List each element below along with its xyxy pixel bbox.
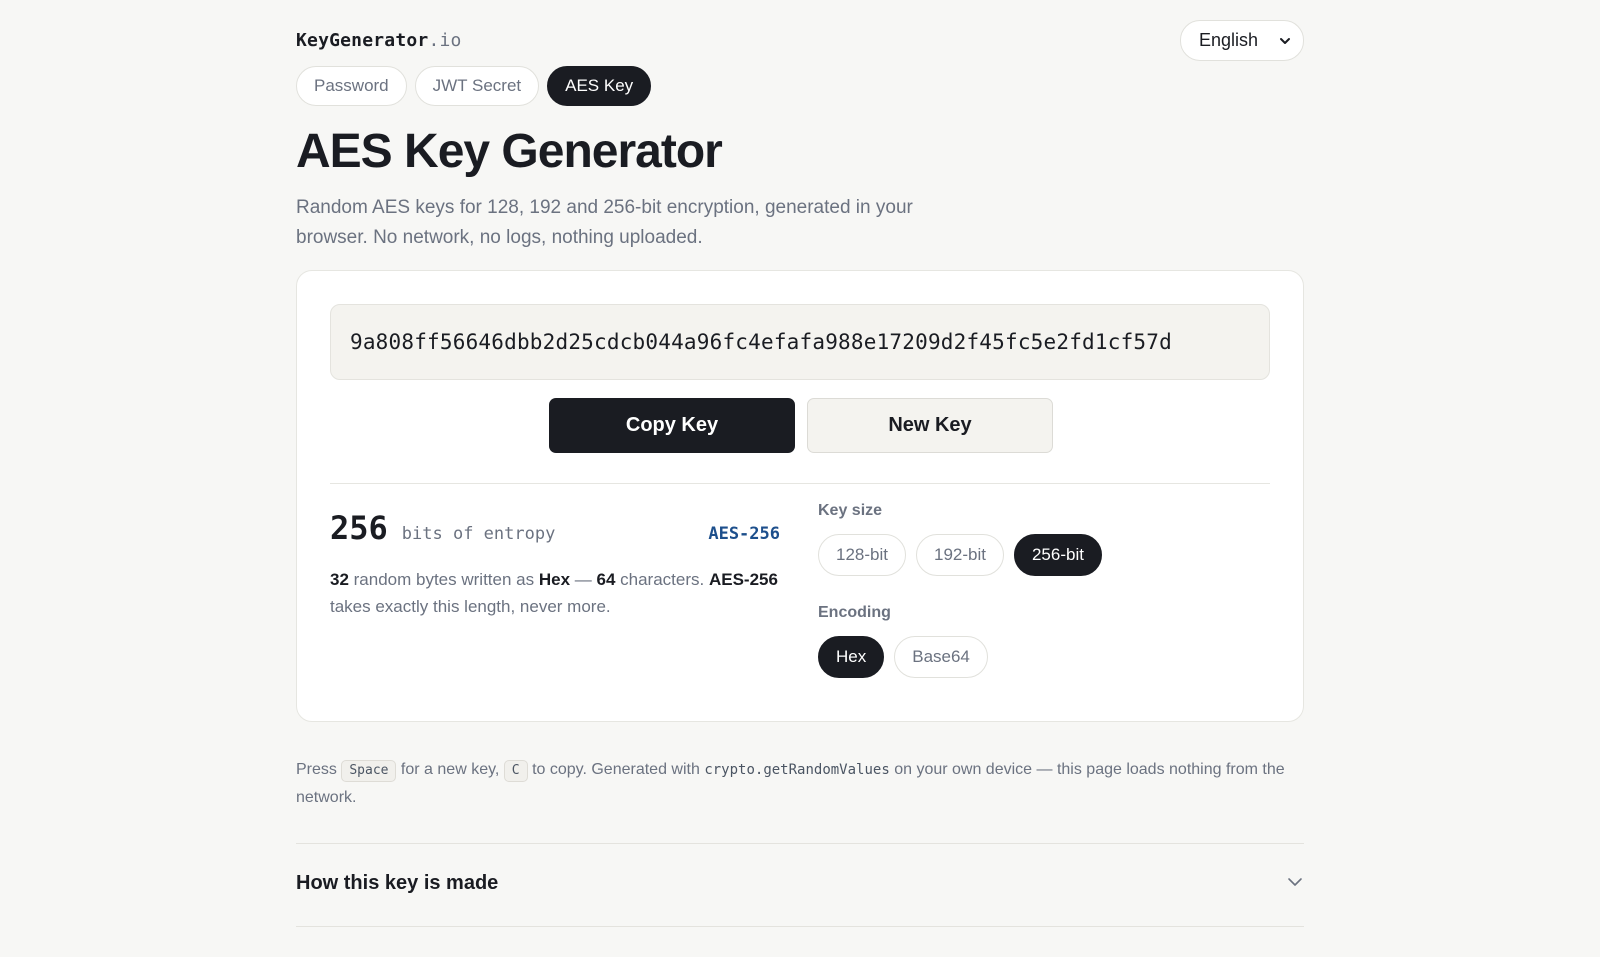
logo-tld: .io [428,30,462,51]
key-size-256-option[interactable]: 256-bit [1013,534,1102,576]
new-key-button[interactable]: New Key [807,398,1053,453]
encoding-base64-option[interactable]: Base64 [894,636,988,678]
tab-aes-key[interactable]: AES Key [547,66,652,106]
entropy-bits: 256 [330,509,388,547]
logo-name: KeyGenerator [296,30,429,51]
key-description: 32 random bytes written as Hex — 64 char… [330,566,780,620]
desc-text: takes exactly this length, never more. [330,597,611,616]
faq-divider [296,926,1304,927]
hint-text: Press [296,761,342,778]
page-title: AES Key Generator [296,125,723,178]
desc-text: random bytes written as [348,570,539,589]
desc-bytes: 32 [330,570,349,589]
desc-algo: AES-256 [708,570,778,589]
key-size-options: 128-bit 192-bit 256-bit [818,534,1102,576]
algorithm-badge: AES-256 [708,524,780,544]
desc-chars: 64 [596,570,616,589]
hint-text: to copy. Generated with [527,761,705,778]
encoding-label: Encoding [818,604,891,621]
key-output[interactable]: 9a808ff56646dbb2d25cdcb044a96fc4efafa988… [330,304,1270,380]
encoding-hex-option[interactable]: Hex [818,636,885,678]
entropy-readout: 256 bits of entropy [330,509,555,547]
api-code: crypto.getRandomValues [704,762,890,778]
tab-jwt-secret[interactable]: JWT Secret [414,66,540,106]
key-size-label: Key size [818,502,883,519]
divider [330,483,1270,484]
language-value: English [1199,30,1259,50]
keyboard-hint: Press Space for a new key, C to copy. Ge… [296,756,1304,812]
faq-toggle-title[interactable]: How this key is made [296,872,498,895]
logo[interactable]: KeyGenerator.io [296,30,462,51]
generator-card: 9a808ff56646dbb2d25cdcb044a96fc4efafa988… [296,270,1304,722]
tab-password[interactable]: Password [296,66,407,106]
desc-text: — [570,570,597,589]
entropy-label: bits of entropy [401,524,556,544]
key-size-192-option[interactable]: 192-bit [915,534,1004,576]
space-key-badge: Space [341,760,397,782]
c-key-badge: C [503,760,528,782]
hint-text: for a new key, [396,761,504,778]
encoding-options: Hex Base64 [818,636,988,678]
page-subtitle: Random AES keys for 128, 192 and 256-bit… [296,197,913,248]
key-size-128-option[interactable]: 128-bit [818,534,906,576]
faq-divider [296,843,1304,844]
chevron-down-icon [1280,38,1290,44]
copy-key-button[interactable]: Copy Key [549,398,795,453]
desc-text: characters. [615,570,709,589]
chevron-down-icon[interactable] [1286,873,1304,891]
tool-tabs: Password JWT Secret AES Key [296,66,652,106]
desc-encoding: Hex [538,570,571,589]
language-select[interactable]: English [1180,20,1304,61]
